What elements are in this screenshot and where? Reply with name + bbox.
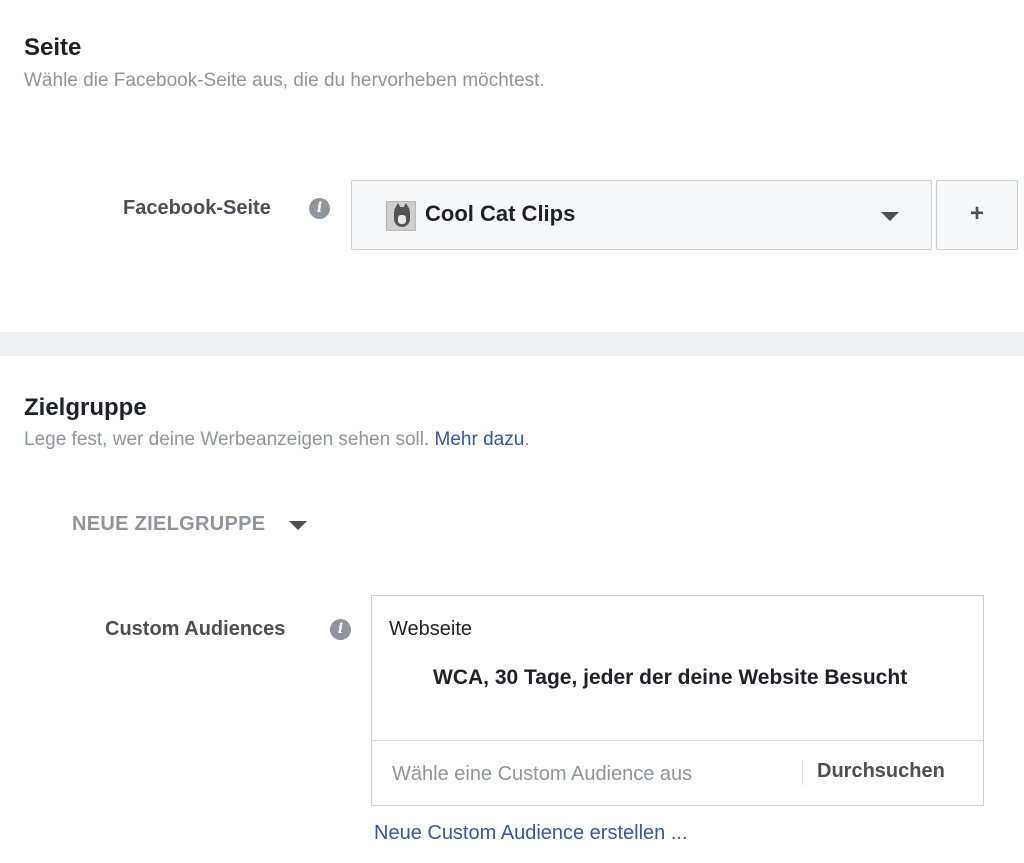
selected-page-name: Cool Cat Clips: [425, 201, 576, 226]
page-section-title: Seite: [24, 34, 82, 61]
chevron-down-icon: [881, 212, 899, 221]
create-custom-audience-link[interactable]: Neue Custom Audience erstellen ...: [374, 822, 688, 845]
page-section: Seite Wähle die Facebook-Seite aus, die …: [0, 0, 1024, 332]
audience-section-description: Lege fest, wer deine Werbeanzeigen sehen…: [24, 429, 530, 451]
audience-section-title: Zielgruppe: [24, 394, 147, 421]
audience-group-label: Webseite: [389, 618, 473, 640]
selected-audience[interactable]: WCA, 30 Tage, jeder der deine Website Be…: [433, 662, 913, 693]
section-divider: [0, 332, 1024, 356]
custom-audience-box: Webseite WCA, 30 Tage, jeder der deine W…: [371, 595, 984, 806]
audience-search-input[interactable]: [380, 748, 790, 800]
info-icon[interactable]: i: [330, 619, 351, 640]
facebook-page-select[interactable]: Cool Cat Clips: [351, 180, 932, 250]
browse-button[interactable]: Durchsuchen: [817, 760, 945, 783]
new-audience-dropdown[interactable]: NEUE ZIELGRUPPE: [72, 510, 308, 538]
box-separator: [372, 740, 983, 741]
info-icon[interactable]: i: [309, 198, 330, 219]
learn-more-link[interactable]: Mehr dazu: [435, 429, 525, 450]
new-audience-label: NEUE ZIELGRUPPE: [72, 512, 266, 535]
audience-description-text: Lege fest, wer deine Werbeanzeigen sehen…: [24, 429, 430, 450]
search-divider: [802, 761, 803, 785]
chevron-down-icon: [289, 520, 308, 530]
audience-section: Zielgruppe Lege fest, wer deine Werbeanz…: [0, 356, 1024, 863]
page-avatar: [386, 201, 416, 231]
facebook-page-label: Facebook-Seite: [123, 197, 271, 219]
add-page-button[interactable]: +: [936, 180, 1018, 250]
description-period: .: [524, 429, 530, 450]
custom-audiences-label: Custom Audiences: [105, 618, 286, 640]
page-section-description: Wähle die Facebook-Seite aus, die du her…: [24, 70, 545, 91]
